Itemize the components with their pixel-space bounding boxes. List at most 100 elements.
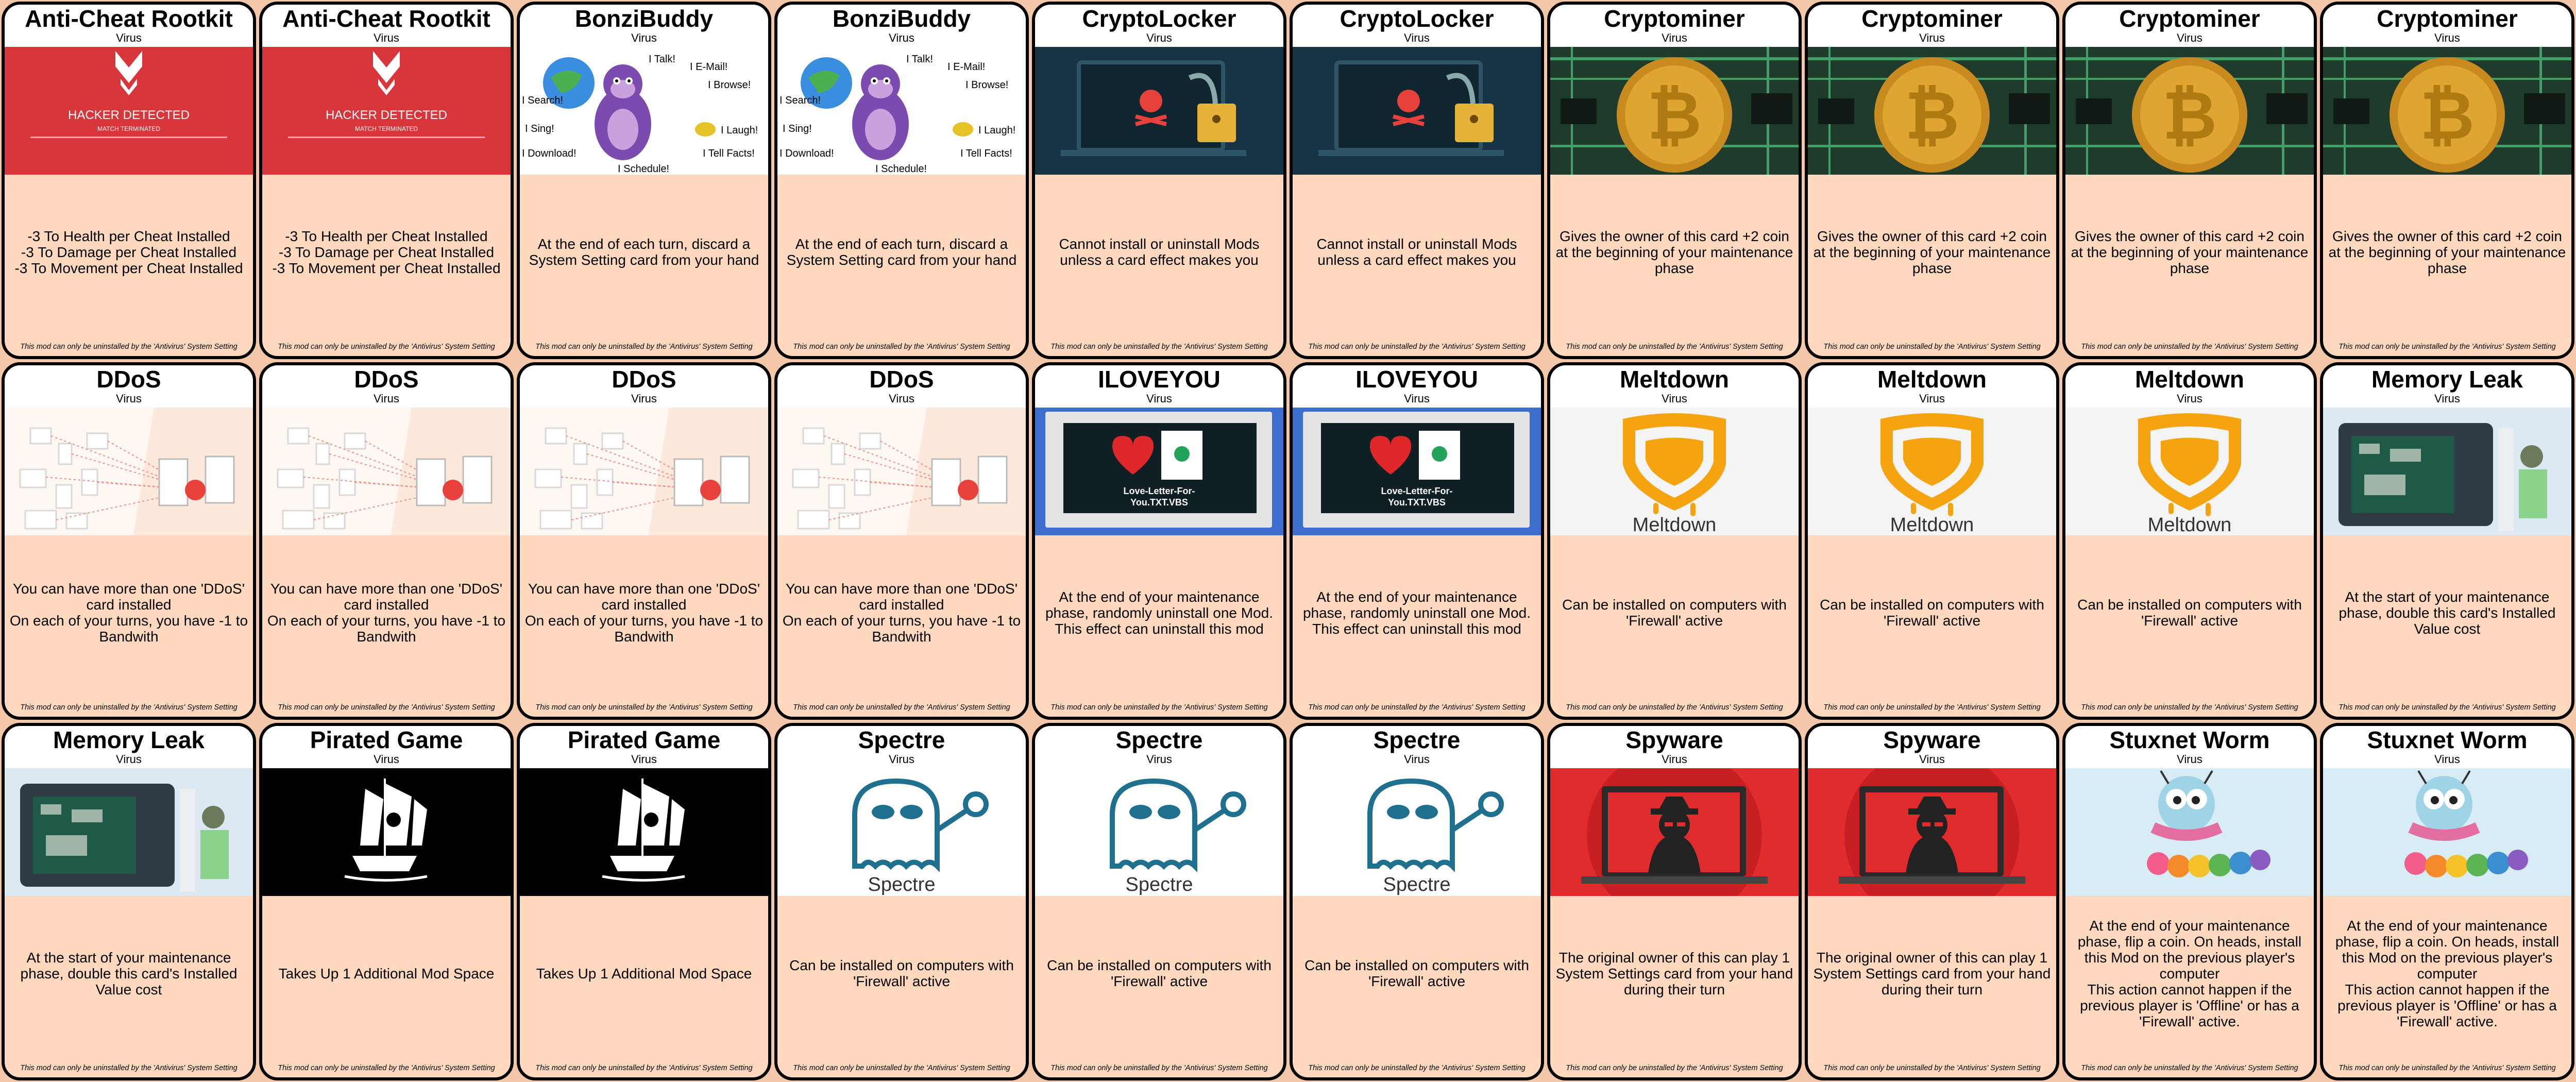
virus-card[interactable]: Pirated Game Virus Takes Up 1 Additional… (259, 723, 514, 1080)
card-header: Spectre Virus (1035, 726, 1283, 768)
card-type: Virus (1919, 392, 1945, 405)
card-art-worm (2323, 768, 2571, 896)
virus-card[interactable]: Meltdown Virus Meltdown Can be installed… (1805, 362, 2059, 720)
card-footer: This mod can only be uninstalled by the … (1566, 343, 1783, 351)
card-type: Virus (1919, 31, 1945, 44)
card-name: Spectre (1115, 726, 1203, 753)
virus-card[interactable]: BonziBuddy Virus I Talk! I E-Mail! I Bro… (517, 2, 771, 359)
card-header: Meltdown Virus (2065, 365, 2314, 408)
card-art-crypto (1293, 47, 1541, 175)
card-type: Virus (1404, 753, 1430, 766)
card-footer: This mod can only be uninstalled by the … (535, 343, 753, 351)
art-caption: HACKER DETECTED (326, 108, 447, 122)
card-header: DDoS Virus (777, 365, 1026, 408)
card-art-meltdown: Meltdown (1550, 408, 1799, 535)
virus-card[interactable]: Memory Leak Virus At the start of your m… (2320, 362, 2574, 720)
card-footer: This mod can only be uninstalled by the … (2081, 703, 2298, 712)
card-description: At the end of your maintenance phase, ra… (1045, 588, 1274, 637)
virus-card[interactable]: Stuxnet Worm Virus At the end of your ma… (2320, 723, 2574, 1080)
virus-card[interactable]: CryptoLocker Virus Cannot install or uni… (1032, 2, 1286, 359)
card-header: Pirated Game Virus (520, 726, 768, 768)
virus-card[interactable]: Cryptominer Virus ₿ Gives the owner of t… (2062, 2, 2317, 359)
virus-card[interactable]: Spectre Virus Spectre Can be installed o… (1290, 723, 1544, 1080)
art-bubble: I Browse! (708, 79, 751, 91)
card-art-bonzi: I Talk! I E-Mail! I Browse! I Search! I … (520, 47, 768, 175)
virus-card[interactable]: Cryptominer Virus ₿ Gives the owner of t… (2320, 2, 2574, 359)
virus-card[interactable]: Spectre Virus Spectre Can be installed o… (774, 723, 1029, 1080)
virus-card[interactable]: Stuxnet Worm Virus At the end of your ma… (2062, 723, 2317, 1080)
card-art-iloveyou: Love-Letter-For- You.TXT.VBS (1035, 408, 1283, 535)
virus-card[interactable]: ILOVEYOU Virus Love-Letter-For- You.TXT.… (1032, 362, 1286, 720)
card-type: Virus (1146, 753, 1172, 766)
art-bubble: I Schedule! (875, 163, 927, 175)
card-name: BonziBuddy (574, 5, 714, 32)
card-type: Virus (2434, 31, 2460, 44)
card-type: Virus (2177, 392, 2202, 405)
art-bubble: I Sing! (783, 123, 812, 134)
card-description: Can be installed on computers with 'Fire… (1304, 957, 1529, 989)
card-footer: This mod can only be uninstalled by the … (793, 1064, 1010, 1072)
card-art-worm (2065, 768, 2314, 896)
card-description: You can have more than one 'DDoS' card i… (524, 581, 764, 645)
virus-card[interactable]: Meltdown Virus Meltdown Can be installed… (2062, 362, 2317, 720)
card-art-pirate (520, 768, 768, 896)
svg-text:₿: ₿ (1905, 78, 1959, 153)
card-description: You can have more than one 'DDoS' card i… (782, 581, 1021, 645)
virus-card[interactable]: DDoS Virus You can have more than one 'D… (517, 362, 771, 720)
card-art-spectre: Spectre (1035, 768, 1283, 896)
virus-card[interactable]: BonziBuddy Virus I Talk! I E-Mail! I Bro… (774, 2, 1029, 359)
art-subcaption: MATCH TERMINATED (97, 125, 160, 132)
art-bubble: I Download! (779, 148, 834, 159)
card-name: DDoS (612, 366, 676, 393)
virus-card[interactable]: CryptoLocker Virus Cannot install or uni… (1290, 2, 1544, 359)
card-type: Virus (116, 753, 142, 766)
card-footer: This mod can only be uninstalled by the … (1566, 1064, 1783, 1072)
virus-card[interactable]: ILOVEYOU Virus Love-Letter-For- You.TXT.… (1290, 362, 1544, 720)
card-footer: This mod can only be uninstalled by the … (1050, 703, 1268, 712)
virus-card[interactable]: Meltdown Virus Meltdown Can be installed… (1547, 362, 1802, 720)
virus-card[interactable]: Spyware Virus The original owner of this… (1547, 723, 1802, 1080)
svg-text:₿: ₿ (1647, 78, 1702, 153)
virus-card[interactable]: Memory Leak Virus At the start of your m… (2, 723, 256, 1080)
card-name: Stuxnet Worm (2367, 726, 2528, 753)
virus-card[interactable]: Anti-Cheat Rootkit Virus HACKER DETECTED… (2, 2, 256, 359)
card-name: Pirated Game (310, 726, 463, 753)
card-header: BonziBuddy Virus (520, 5, 768, 47)
art-bubble: I Laugh! (978, 125, 1015, 136)
card-art-miner: ₿ (2065, 47, 2314, 175)
card-type: Virus (1404, 392, 1430, 405)
card-footer: This mod can only be uninstalled by the … (793, 703, 1010, 712)
virus-card[interactable]: DDoS Virus You can have more than one 'D… (2, 362, 256, 720)
virus-card[interactable]: Pirated Game Virus Takes Up 1 Additional… (517, 723, 771, 1080)
virus-card[interactable]: DDoS Virus You can have more than one 'D… (774, 362, 1029, 720)
card-name: Memory Leak (2371, 366, 2523, 393)
art-caption: Spectre (1126, 874, 1193, 895)
card-name: BonziBuddy (832, 5, 971, 32)
card-footer: This mod can only be uninstalled by the … (1823, 343, 2041, 351)
art-caption: Love-Letter-For- (1124, 486, 1195, 496)
virus-card[interactable]: DDoS Virus You can have more than one 'D… (259, 362, 514, 720)
card-name: Cryptominer (2377, 5, 2518, 32)
card-footer: This mod can only be uninstalled by the … (278, 1064, 495, 1072)
card-header: Anti-Cheat Rootkit Virus (5, 5, 253, 47)
card-description: Can be installed on computers with 'Fire… (2077, 597, 2302, 629)
card-type: Virus (116, 392, 142, 405)
card-art-miner: ₿ (1808, 47, 2056, 175)
virus-card[interactable]: Spectre Virus Spectre Can be installed o… (1032, 723, 1286, 1080)
card-type: Virus (631, 31, 657, 44)
virus-card[interactable]: Anti-Cheat Rootkit Virus HACKER DETECTED… (259, 2, 514, 359)
virus-card[interactable]: Cryptominer Virus ₿ Gives the owner of t… (1805, 2, 2059, 359)
virus-card[interactable]: Spyware Virus The original owner of this… (1805, 723, 2059, 1080)
card-description: Gives the owner of this card +2 coin at … (1555, 228, 1793, 276)
card-description: -3 To Health per Cheat Installed -3 To D… (14, 228, 243, 276)
card-header: Meltdown Virus (1550, 365, 1799, 408)
virus-card[interactable]: Cryptominer Virus ₿ Gives the owner of t… (1547, 2, 1802, 359)
card-art-ddos (520, 408, 768, 535)
card-footer: This mod can only be uninstalled by the … (2081, 343, 2298, 351)
card-description: At the end of each turn, discard a Syste… (786, 236, 1017, 268)
card-description: -3 To Health per Cheat Installed -3 To D… (272, 228, 501, 276)
card-name: DDoS (869, 366, 934, 393)
art-bubble: I Search! (779, 95, 821, 106)
art-caption: Meltdown (1890, 514, 1974, 535)
card-footer: This mod can only be uninstalled by the … (2081, 1064, 2298, 1072)
